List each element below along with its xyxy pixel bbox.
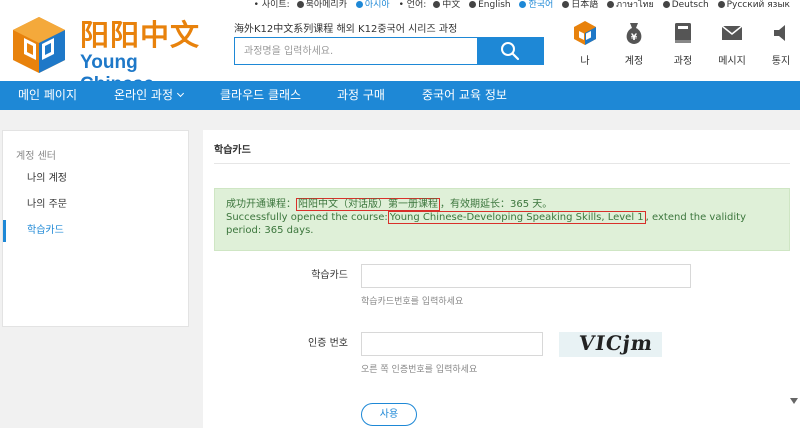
chevron-down-icon: [176, 89, 185, 98]
alert-course-name-cn: 阳阳中文（对话版）第一册课程: [296, 198, 440, 211]
success-alert: 成功开通课程： 阳阳中文（对话版）第一册课程 ，有效期延长：365 天。 Succe…: [214, 188, 790, 251]
verification-code-input[interactable]: [361, 332, 543, 356]
header-link-account-label: 계정: [624, 56, 644, 67]
verification-code-label: 인증 번호: [308, 338, 348, 349]
nav-item-online-courses-label: 온라인 과정: [114, 88, 174, 102]
user-logo-icon: [574, 21, 596, 45]
sidebar-item-my-orders[interactable]: 나의 주문: [3, 194, 188, 216]
header-link-courses[interactable]: 과정: [661, 20, 705, 70]
study-card-hint: 학습카드번호를 입력하세요: [361, 297, 464, 307]
header-link-me[interactable]: 나: [563, 20, 607, 70]
site-logo[interactable]: 阳阳中文 Young Chinese: [8, 14, 213, 95]
study-card-input[interactable]: [361, 264, 691, 288]
envelope-icon: [721, 25, 743, 40]
scroll-down-arrow-icon[interactable]: [790, 398, 798, 404]
language-option-russian[interactable]: Русский язык: [717, 0, 790, 10]
language-option-german[interactable]: Deutsch: [662, 0, 709, 10]
use-card-button[interactable]: 사용: [361, 403, 417, 426]
search-box: [234, 37, 544, 65]
speaker-icon: [774, 25, 785, 41]
account-sidebar: 계정 센터 나의 계정 나의 주문 학습카드: [2, 130, 189, 327]
logo-mark-icon: [13, 17, 65, 73]
header-link-messages[interactable]: 메시지: [710, 20, 754, 70]
site-option-asia[interactable]: 아시아: [355, 0, 390, 10]
locale-switcher: • 사이트: 북아메리카 아시아 • 언어: 中文 English 한국어 日本…: [254, 0, 796, 11]
globe-icon: [469, 1, 477, 8]
language-label: • 언어:: [398, 0, 427, 10]
logo-chinese-text: 阳阳中文: [80, 18, 201, 52]
language-option-korean[interactable]: 한국어: [519, 0, 553, 10]
language-option-japanese[interactable]: 日本語: [562, 0, 598, 10]
main-nav: 메인 페이지 온라인 과정 클라우드 클래스 과정 구매 중국어 교육 정보: [0, 81, 800, 110]
book-icon: [675, 23, 691, 43]
header-link-account[interactable]: ¥ 계정: [612, 20, 656, 70]
search-input[interactable]: [235, 38, 477, 64]
globe-icon: [662, 1, 670, 8]
captcha-text: VICjm: [577, 331, 655, 355]
money-bag-icon: ¥: [626, 23, 642, 44]
site-option-north-america[interactable]: 북아메리카: [296, 0, 347, 10]
nav-item-home[interactable]: 메인 페이지: [18, 81, 77, 110]
header-link-messages-label: 메시지: [718, 56, 746, 67]
title-divider: [214, 163, 790, 164]
header-link-me-label: 나: [580, 56, 590, 67]
main-panel: 학습카드 成功开通课程： 阳阳中文（对话版）第一册课程 ，有效期延长：365 天。 …: [203, 130, 800, 428]
sidebar-item-my-account[interactable]: 나의 계정: [3, 168, 188, 190]
header-link-courses-label: 과정: [673, 56, 693, 67]
top-bar: • 사이트: 북아메리카 아시아 • 언어: 中文 English 한국어 日本…: [0, 0, 800, 12]
nav-item-course-purchase[interactable]: 과정 구매: [337, 81, 385, 110]
svg-text:¥: ¥: [631, 33, 638, 43]
sidebar-heading: 계정 센터: [16, 151, 56, 162]
nav-item-education-info[interactable]: 중국어 교육 정보: [422, 81, 507, 110]
globe-icon: [607, 1, 615, 8]
language-option-english[interactable]: English: [469, 0, 511, 10]
header-link-notifications[interactable]: 통지: [759, 20, 800, 70]
page-title: 학습카드: [214, 145, 251, 156]
site-header: 阳阳中文 Young Chinese 海外K12中文系列课程 해외 K12중국어…: [0, 12, 800, 95]
captcha-image[interactable]: VICjm: [559, 331, 662, 357]
language-option-chinese[interactable]: 中文: [433, 0, 460, 10]
globe-icon: [519, 1, 527, 8]
globe-icon: [296, 1, 304, 8]
verification-code-hint: 오른 쪽 인증번호를 입력하세요: [361, 365, 478, 375]
globe-icon: [355, 1, 363, 8]
alert-course-name-en: Young Chinese-Developing Speaking Skills…: [387, 211, 646, 224]
search-button[interactable]: [477, 38, 543, 64]
globe-icon: [433, 1, 441, 8]
sidebar-item-study-card[interactable]: 학습카드: [3, 220, 188, 242]
header-slogan: 海外K12中文系列课程 해외 K12중국어 시리즈 과정: [234, 24, 458, 35]
site-label: • 사이트:: [253, 0, 290, 10]
nav-item-online-courses[interactable]: 온라인 과정: [114, 81, 185, 110]
language-option-thai[interactable]: ภาษาไทย: [607, 0, 654, 10]
alert-line-chinese: 成功开通课程： 阳阳中文（对话版）第一册课程 ，有效期延长：365 天。: [226, 198, 553, 211]
study-card-label: 학습카드: [311, 270, 348, 281]
nav-item-cloud-class[interactable]: 클라우드 클래스: [220, 81, 301, 110]
search-icon: [501, 42, 520, 61]
header-link-notifications-label: 통지: [771, 56, 791, 67]
globe-icon: [562, 1, 570, 8]
globe-icon: [717, 1, 725, 8]
alert-line-english: Successfully opened the course: Young Chi…: [226, 211, 747, 236]
